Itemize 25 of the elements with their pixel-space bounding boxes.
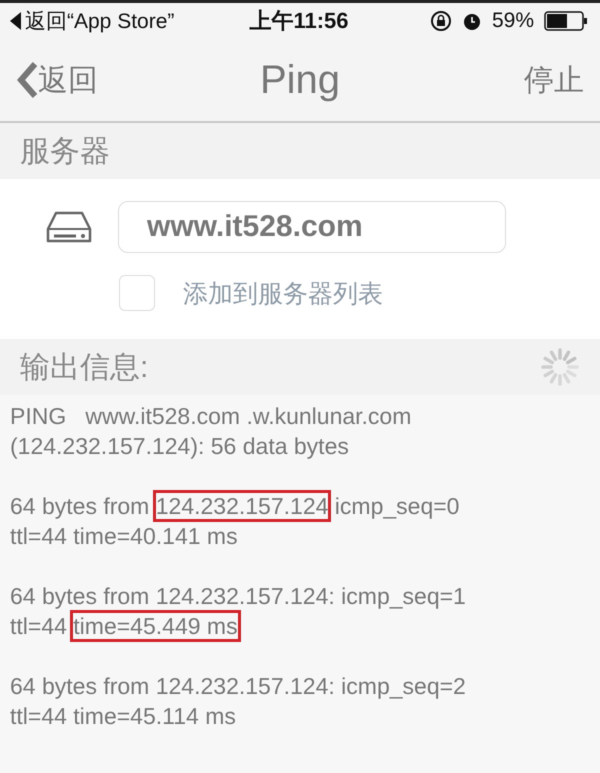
section-title: 服务器 (20, 134, 110, 170)
output-line: 64 bytes from 124.232.157.124: icmp_seq=1 (10, 582, 467, 611)
checkbox-label: 添加到服务器列表 (183, 278, 383, 310)
stop-button[interactable]: 停止 (340, 60, 584, 100)
output-line: (124.232.157.124): 56 data bytes (10, 432, 350, 461)
output-line: 64 bytes from 124.232.157.124 icmp_seq=0 (10, 491, 590, 521)
battery-percent: 59% (492, 9, 534, 33)
output-line: ttl=44 time=45.449 ms (10, 611, 590, 641)
back-triangle-icon (10, 12, 21, 30)
rotation-lock-icon (430, 10, 452, 32)
clock: 上午11:56 (249, 7, 349, 35)
section-title: 输出信息: (20, 350, 148, 386)
output-line: ttl=44 time=40.141 ms (10, 522, 239, 551)
hard-drive-icon (46, 211, 92, 243)
output-line: ttl=44 time=45.114 ms (10, 702, 237, 731)
back-button[interactable]: 返回 (16, 60, 260, 100)
page-title: Ping (260, 58, 340, 102)
checkbox[interactable] (119, 275, 155, 311)
output-line: 64 bytes from 124.232.157.124: icmp_seq=2 (10, 672, 467, 701)
output-line: PING www.it528.com .w.kunlunar.com (10, 402, 412, 431)
battery-icon (544, 11, 588, 31)
back-to-app-label[interactable]: 返回“App Store” (25, 7, 174, 35)
alarm-icon (462, 11, 482, 31)
host-field[interactable]: www.it528.com (118, 201, 506, 253)
chevron-left-icon (16, 61, 38, 99)
